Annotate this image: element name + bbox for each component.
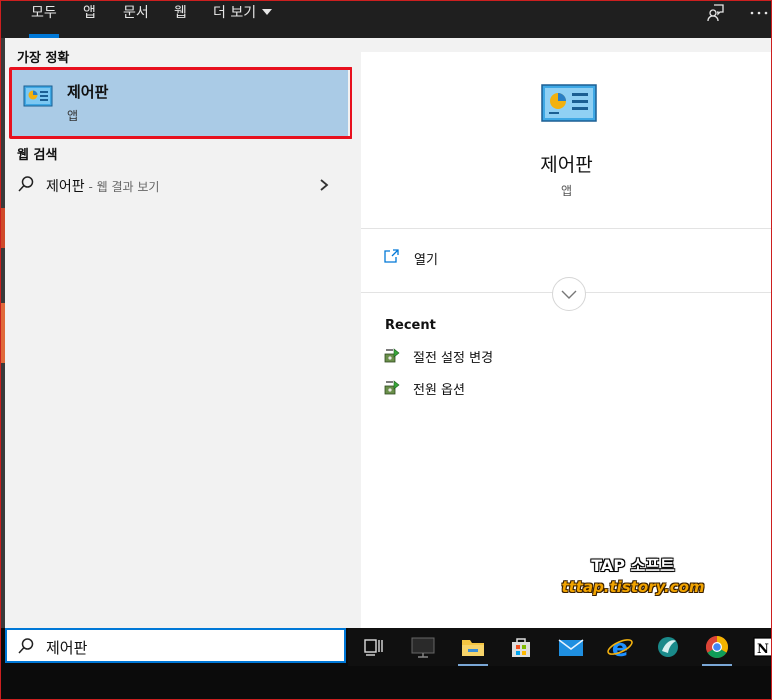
- power-options-icon: [383, 378, 401, 396]
- best-match-result[interactable]: 제어판 앱: [12, 70, 348, 136]
- search-filter-bar: 모두 앱 문서 웹 더 보기: [1, 0, 771, 38]
- more-options-icon[interactable]: [749, 2, 771, 24]
- recent-header: Recent: [385, 318, 436, 333]
- search-box[interactable]: 제어판: [5, 628, 346, 663]
- preview-subtitle: 앱: [560, 184, 573, 198]
- watermark-url: tttap.tistory.com: [561, 578, 705, 596]
- search-icon: [17, 175, 35, 193]
- preview-pane: 제어판 앱 열기 Recent 절전 설정 변경 전원 옵션 TAP 소프트 t…: [361, 52, 772, 628]
- search-icon: [17, 637, 35, 655]
- app-icon[interactable]: [651, 632, 685, 662]
- tab-all-label: 모두: [31, 5, 57, 21]
- recent-item[interactable]: 절전 설정 변경: [383, 345, 643, 367]
- desktop-app-icon[interactable]: [406, 632, 440, 662]
- tab-apps-label: 앱: [83, 5, 96, 21]
- web-search-result[interactable]: 제어판 - 웹 결과 보기: [5, 169, 352, 201]
- best-match-title: 제어판: [67, 83, 109, 101]
- taskbar: e N: [348, 628, 772, 666]
- open-label: 열기: [414, 253, 438, 268]
- file-explorer-icon[interactable]: [456, 632, 490, 666]
- internet-explorer-icon[interactable]: e: [603, 632, 637, 662]
- divider: [361, 228, 772, 229]
- chevron-right-icon[interactable]: [318, 177, 330, 191]
- feedback-icon[interactable]: [706, 2, 728, 24]
- power-options-icon: [383, 346, 401, 364]
- tab-web[interactable]: 웹: [174, 0, 187, 38]
- chevron-down-icon: [262, 9, 273, 15]
- mail-icon[interactable]: [554, 632, 588, 662]
- control-panel-icon: [541, 82, 597, 124]
- best-match-subtitle: 앱: [67, 109, 79, 123]
- search-results-pane: 가장 정확 제어판 앱 웹 검색 제어판 - 웹 결과 보기: [5, 38, 353, 628]
- svg-text:e: e: [612, 634, 628, 662]
- tab-more[interactable]: 더 보기: [213, 0, 273, 38]
- recent-item-label: 절전 설정 변경: [413, 351, 494, 366]
- preview-title: 제어판: [540, 154, 593, 176]
- watermark: TAP 소프트 tttap.tistory.com: [558, 552, 708, 596]
- open-icon: [384, 248, 400, 264]
- tab-more-label: 더 보기: [213, 5, 257, 21]
- watermark-brand: TAP 소프트: [591, 556, 675, 575]
- open-action[interactable]: 열기: [381, 246, 581, 270]
- chrome-icon[interactable]: [700, 632, 734, 666]
- tab-documents-label: 문서: [123, 5, 149, 21]
- web-search-header: 웹 검색: [17, 148, 58, 163]
- recent-item[interactable]: 전원 옵션: [383, 377, 643, 399]
- tab-documents[interactable]: 문서: [123, 0, 149, 38]
- recent-item-label: 전원 옵션: [413, 383, 465, 398]
- tab-web-label: 웹: [174, 5, 187, 21]
- web-query-suffix: - 웹 결과 보기: [84, 180, 160, 194]
- tab-all[interactable]: 모두: [29, 0, 59, 38]
- notion-icon[interactable]: N: [748, 632, 772, 662]
- chevron-down-icon: [561, 290, 577, 299]
- task-view-icon[interactable]: [356, 632, 390, 662]
- expand-button[interactable]: [552, 277, 586, 311]
- tab-apps[interactable]: 앱: [83, 0, 96, 38]
- svg-text:N: N: [757, 642, 769, 657]
- control-panel-icon: [23, 83, 53, 109]
- screen-bottom: [0, 666, 772, 700]
- search-input[interactable]: 제어판: [46, 637, 87, 658]
- web-query-text: 제어판: [46, 179, 85, 195]
- web-query: 제어판 - 웹 결과 보기: [46, 176, 159, 196]
- best-match-header: 가장 정확: [17, 51, 70, 66]
- microsoft-store-icon[interactable]: [504, 632, 538, 662]
